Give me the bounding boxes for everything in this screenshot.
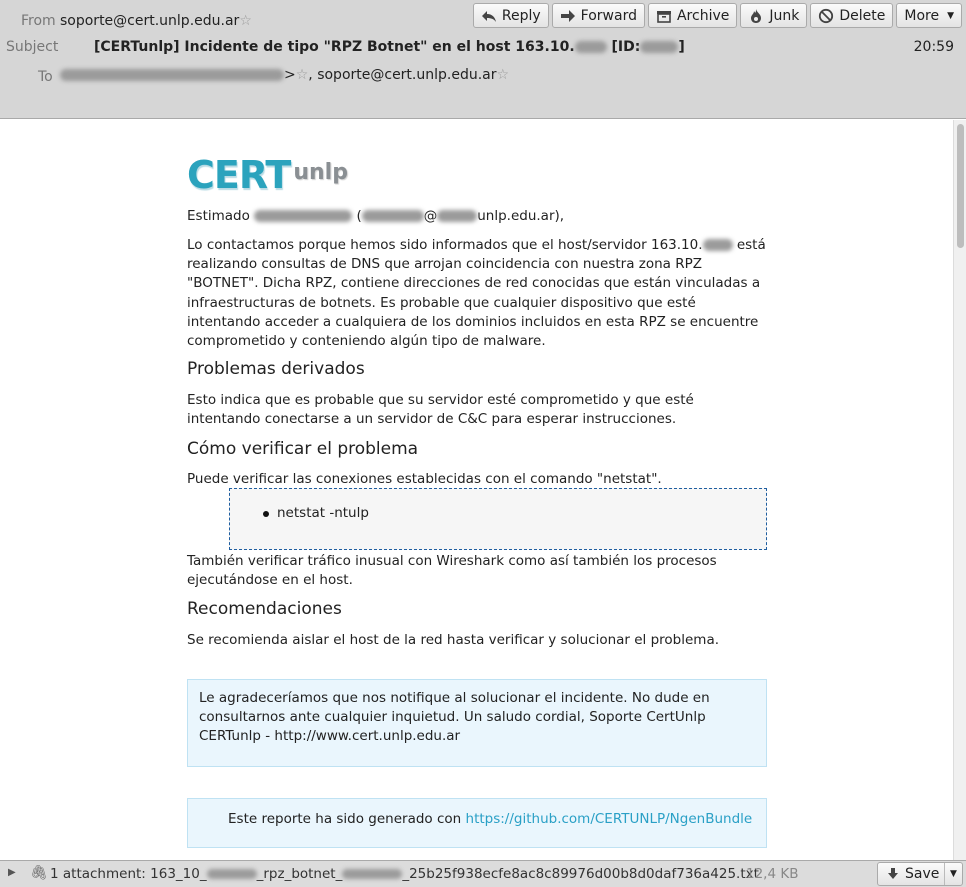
expand-toggle-icon[interactable]: ▶ <box>8 867 16 878</box>
attachment-name-a: 163_10_ <box>150 866 207 882</box>
report-text: Este reporte ha sido generado con <box>228 811 466 827</box>
subject-id-close: ] <box>678 39 685 55</box>
archive-icon <box>656 10 671 23</box>
archive-label: Archive <box>676 7 730 24</box>
chevron-down-icon: ▼ <box>947 10 954 21</box>
delete-button[interactable]: Delete <box>810 3 894 28</box>
bullet-icon <box>263 511 269 517</box>
heading-verificar: Cómo verificar el problema <box>187 439 419 459</box>
ngenbundle-link[interactable]: https://github.com/CERTUNLP/NgenBundle <box>466 811 753 827</box>
scrollbar-thumb[interactable] <box>957 124 964 248</box>
to-second-address: , soporte@cert.unlp.edu.ar <box>308 67 497 83</box>
redacted-date <box>342 869 403 879</box>
logo-sub-text: unlp <box>293 159 348 185</box>
subject-id-open: [ID: <box>611 39 641 55</box>
paperclip-icon: 🖇 <box>30 865 48 881</box>
subject-label: Subject <box>6 39 59 55</box>
attachment-name-b: _rpz_botnet_ <box>256 866 343 882</box>
attachment-size: 12,4 KB <box>746 866 799 882</box>
attachment-count: 1 attachment: <box>50 866 146 882</box>
attachment-summary[interactable]: 1 attachment: 163_10_ _rpz_botnet_ _25b25f… <box>50 866 759 882</box>
heading-recomendaciones: Recomendaciones <box>187 599 342 619</box>
redacted-domain <box>437 210 478 222</box>
paragraph-wireshark: También verificar tráfico inusual con Wi… <box>187 553 717 589</box>
report-box: Este reporte ha sido generado con https:… <box>187 798 767 848</box>
message-time: 20:59 <box>913 39 954 55</box>
redacted-host <box>702 239 733 251</box>
star-icon[interactable]: ☆ <box>296 67 309 83</box>
reply-icon <box>481 10 496 22</box>
logo-main-text: CERT <box>187 152 291 197</box>
greeting: Estimado ( @ unlp.edu.ar), <box>187 207 767 226</box>
more-label: More <box>904 7 940 24</box>
attachment-bar: ▶ 🖇 1 attachment: 163_10_ _rpz_botnet_ _25… <box>0 860 966 887</box>
redacted-recipient <box>60 69 284 81</box>
message-header: From soporte@cert.unlp.edu.ar☆ Subject [… <box>0 0 966 119</box>
paragraph-verificar: Puede verificar las conexiones estableci… <box>187 471 662 487</box>
subject-text: [CERTunlp] Incidente de tipo "RPZ Botnet… <box>94 39 575 55</box>
heading-problemas: Problemas derivados <box>187 359 365 379</box>
forward-icon <box>560 9 575 22</box>
paragraph-recomendaciones: Se recomienda aislar el host de la red h… <box>187 632 720 648</box>
flame-icon <box>751 8 762 23</box>
message-body: CERT unlp Estimado ( @ unlp.edu.ar), Lo co… <box>187 140 767 848</box>
intro-text-a: Lo contactamos porque hemos sido informa… <box>187 237 703 253</box>
redacted-id <box>640 41 679 53</box>
from-address-text: soporte@cert.unlp.edu.ar <box>60 13 240 29</box>
cert-logo: CERT unlp <box>187 140 767 197</box>
greeting-start: Estimado <box>187 208 250 224</box>
archive-button[interactable]: Archive <box>647 3 738 28</box>
intro-text-b: está realizando consultas de DNS que arr… <box>187 237 766 350</box>
no-entry-icon <box>819 8 834 23</box>
reply-label: Reply <box>501 7 541 24</box>
message-toolbar: Reply Forward Archive Junk Delete More ▼ <box>472 3 962 28</box>
reply-button[interactable]: Reply <box>472 3 549 28</box>
redacted-host <box>574 41 607 53</box>
netstat-command: netstat -ntulp <box>277 505 369 521</box>
junk-label: Junk <box>769 7 800 24</box>
attachment-name-c: _25b25f938ecfe8ac8c89976d00b8d0daf736a42… <box>402 866 759 882</box>
note-box: Le agradeceríamos que nos notifique al s… <box>187 679 767 767</box>
star-icon[interactable]: ☆ <box>497 67 510 83</box>
to-recipients[interactable]: >☆, soporte@cert.unlp.edu.ar☆ <box>60 67 509 83</box>
download-icon <box>888 868 898 879</box>
more-button[interactable]: More ▼ <box>896 3 962 28</box>
greeting-open: ( <box>356 208 362 224</box>
star-icon[interactable]: ☆ <box>239 13 252 29</box>
subject-line: [CERTunlp] Incidente de tipo "RPZ Botnet… <box>94 39 685 55</box>
from-address[interactable]: soporte@cert.unlp.edu.ar☆ <box>60 13 252 29</box>
save-label: Save <box>905 866 940 882</box>
chevron-down-icon[interactable]: ▼ <box>944 863 962 885</box>
save-attachment-button[interactable]: Save ▼ <box>877 862 963 886</box>
from-label: From <box>21 13 56 29</box>
redacted-name <box>254 210 353 222</box>
message-scrollbar[interactable] <box>953 120 966 860</box>
paragraph-intro: Lo contactamos porque hemos sido informa… <box>187 236 767 351</box>
to-label: To <box>38 69 53 85</box>
delete-label: Delete <box>839 7 886 24</box>
forward-button[interactable]: Forward <box>551 3 645 28</box>
redacted-user <box>361 210 424 222</box>
command-box: netstat -ntulp <box>229 488 767 550</box>
greeting-end: unlp.edu.ar), <box>477 208 565 224</box>
greeting-at: @ <box>423 208 438 224</box>
junk-button[interactable]: Junk <box>740 3 808 28</box>
forward-label: Forward <box>580 7 637 24</box>
to-gt: > <box>284 67 296 83</box>
save-main[interactable]: Save <box>878 866 944 882</box>
redacted-ip <box>206 869 257 879</box>
paragraph-problemas: Esto indica que es probable que su servi… <box>187 392 694 428</box>
